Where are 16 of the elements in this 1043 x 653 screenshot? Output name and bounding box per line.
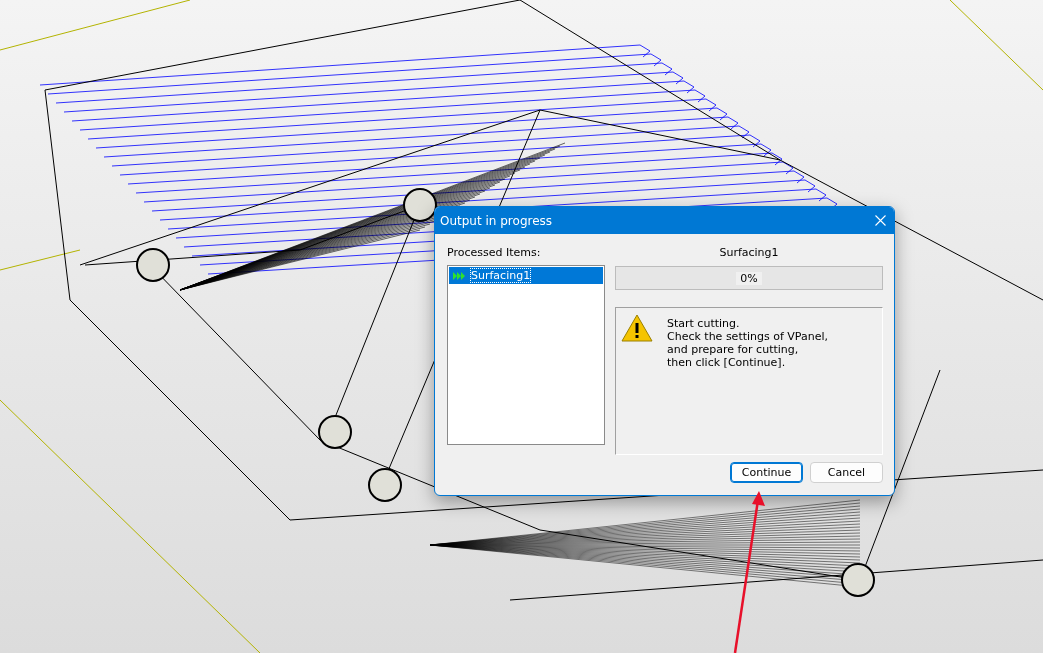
close-icon [875,215,886,226]
list-item[interactable]: Surfacing1 [449,267,603,284]
message-line: Start cutting. [667,317,741,330]
continue-button[interactable]: Continue [730,462,803,483]
message-line: and prepare for cutting, [667,343,800,356]
progress-reading: 0% [736,271,762,285]
fast-forward-icon [453,271,465,280]
close-button[interactable] [873,213,888,228]
window-title: Output in progress [440,213,553,228]
item-label: Surfacing1 [471,269,531,282]
current-item-label: Surfacing1 [719,246,779,259]
warning-icon [621,314,653,342]
message-line: Check the settings of VPanel, [667,330,829,343]
message-line: then click [Continue]. [667,356,787,369]
cancel-button[interactable]: Cancel [810,462,883,483]
list-label: Processed Items: [447,246,542,259]
